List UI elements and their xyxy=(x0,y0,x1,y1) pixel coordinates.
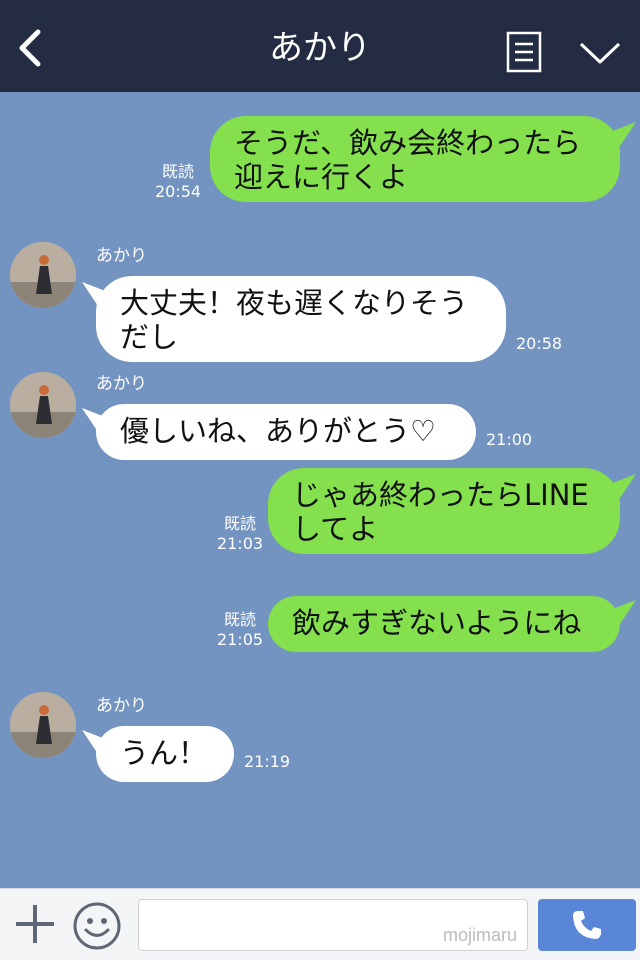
read-receipt: 既読 21:03 xyxy=(216,514,264,553)
received-message-bubble[interactable]: うん！ xyxy=(96,726,234,782)
phone-icon xyxy=(573,911,601,939)
received-message-bubble[interactable]: 優しいね、ありがとう♡ xyxy=(96,404,476,460)
watermark: mojimaru xyxy=(442,925,517,945)
message-time: 21:00 xyxy=(486,430,533,449)
bubble-tail xyxy=(610,474,636,498)
read-receipt: 既読 20:54 xyxy=(154,162,202,201)
avatar[interactable] xyxy=(10,242,76,308)
sent-message-bubble[interactable]: 飲みすぎないようにね xyxy=(268,596,620,652)
chat-title: あかり xyxy=(269,28,371,68)
read-receipt: 既読 21:05 xyxy=(216,610,264,649)
avatar[interactable] xyxy=(10,372,76,438)
message-composer: mojimaru xyxy=(0,888,640,960)
sender-name: あかり xyxy=(96,246,147,266)
bubble-tail xyxy=(610,122,636,146)
received-message-bubble[interactable]: 大丈夫！夜も遅くなりそう だし xyxy=(96,276,506,362)
chat-header: あかり xyxy=(0,0,640,92)
bubble-tail xyxy=(610,600,636,624)
smiley-icon[interactable] xyxy=(72,901,122,951)
message-list[interactable]: 既読 20:54 そうだ、飲み会終わったら 迎えに行くよ あかり 大丈夫！夜も遅… xyxy=(0,92,640,888)
message-input[interactable]: mojimaru xyxy=(138,899,528,951)
notes-icon[interactable] xyxy=(506,31,542,73)
avatar-photo xyxy=(10,692,76,758)
message-time: 20:58 xyxy=(516,334,563,353)
avatar[interactable] xyxy=(10,692,76,758)
plus-icon[interactable] xyxy=(14,903,56,945)
sent-message-bubble[interactable]: じゃあ終わったらLINE してよ xyxy=(268,468,620,554)
sent-message-bubble[interactable]: そうだ、飲み会終わったら 迎えに行くよ xyxy=(210,116,620,202)
sender-name: あかり xyxy=(96,696,147,716)
call-button[interactable] xyxy=(538,899,636,951)
chevron-down-icon[interactable] xyxy=(578,38,622,68)
sender-name: あかり xyxy=(96,374,147,394)
avatar-photo xyxy=(10,242,76,308)
message-time: 21:19 xyxy=(244,752,291,771)
avatar-photo xyxy=(10,372,76,438)
